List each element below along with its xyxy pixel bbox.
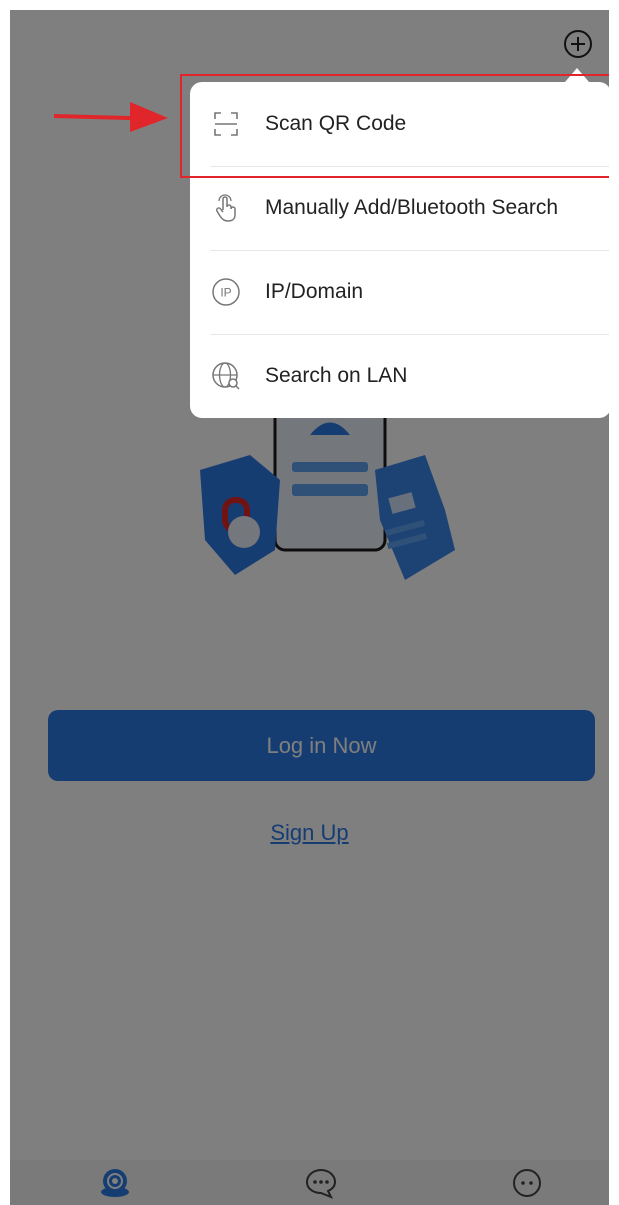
annotation-arrow-icon (54, 102, 168, 132)
add-device-icon[interactable] (562, 28, 594, 60)
menu-item-label: Search on LAN (265, 364, 408, 387)
menu-item-ip-domain[interactable]: IP IP/Domain (190, 250, 609, 334)
annotation-highlight-box (180, 74, 609, 178)
app-screen: Log in Now Sign Up (10, 10, 609, 1205)
menu-item-manual-add[interactable]: Manually Add/Bluetooth Search (190, 166, 609, 250)
svg-text:IP: IP (220, 286, 231, 300)
touch-icon (211, 193, 241, 223)
menu-item-label: Manually Add/Bluetooth Search (265, 196, 559, 219)
menu-item-search-lan[interactable]: Search on LAN (190, 334, 609, 418)
globe-search-icon (211, 361, 241, 391)
menu-item-label: IP/Domain (265, 280, 364, 303)
ip-icon: IP (211, 277, 241, 307)
